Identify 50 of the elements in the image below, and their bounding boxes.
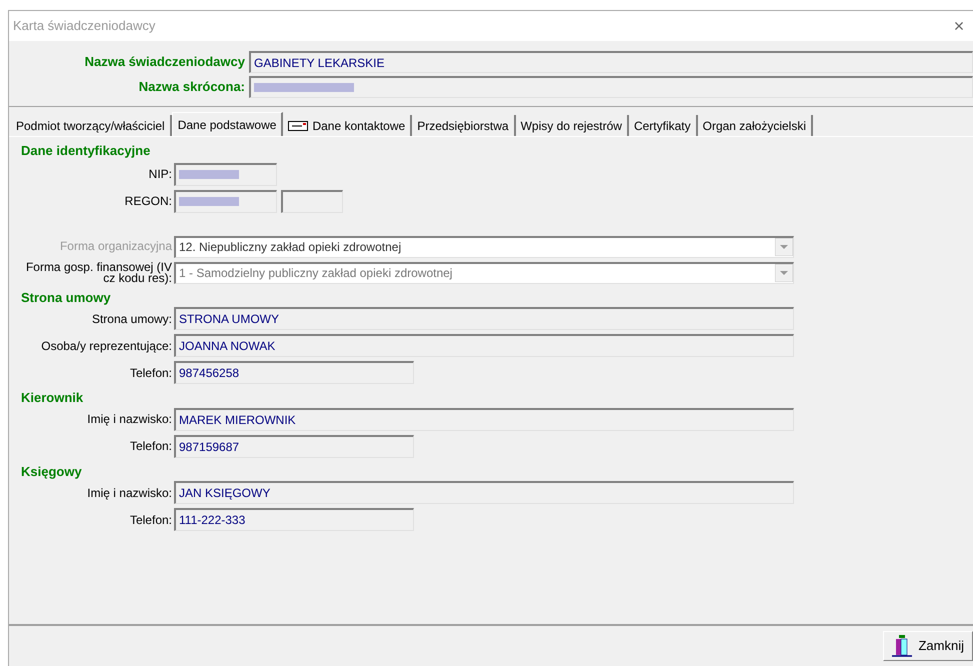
field-value: GABINETY LEKARSKIE [254,54,384,72]
text-field[interactable] [174,190,277,212]
field-label: Nazwa świadczeniodawcy [84,53,246,72]
field-label: Telefon: [128,512,173,528]
dropdown-value: 1 - Samodzielny publiczny zakład opieki zdrowotnej [179,265,452,282]
field-value: 987159687 [179,438,240,456]
field-label: Nazwa skrócona: [138,78,246,96]
field-label: Forma organizacyjna [58,241,173,252]
envelope-icon [288,120,308,130]
text-field[interactable]: STRONA UMOWY [174,307,794,330]
field-value: JAN KSIĘGOWY [179,485,270,502]
tab[interactable]: Dane podstawowe [172,112,284,136]
section-heading: Kierownik [21,389,84,407]
field-value: STRONA UMOWY [179,311,280,328]
field-label: Telefon: [128,438,173,455]
text-field[interactable] [249,76,973,98]
field-value: 987456258 [179,365,240,382]
section-heading: Księgowy [21,462,83,481]
field-label: Forma gosp. finansowej (IV cz kodu res): [24,262,173,284]
window-title: Karta świadczeniodawcy [13,17,156,36]
section-heading: Strona umowy [21,288,112,307]
close-button[interactable]: × [949,17,969,35]
text-field[interactable]: 111-222-333 [174,508,414,531]
text-field[interactable]: 987159687 [174,434,414,458]
text-field[interactable] [281,190,343,212]
field-value: 111-222-333 [179,512,246,529]
door-icon [892,635,912,657]
dropdown-value: 12. Niepubliczny zakład opieki zdrowotnej [179,239,402,256]
text-field[interactable]: 987456258 [174,361,414,384]
field-label: Osoba/y reprezentujące: [40,338,173,354]
field-label: Imię i nazwisko: [86,484,173,502]
blurred-value-block [179,197,239,206]
field-label: REGON: [124,193,173,210]
field-value: MAREK MIEROWNIK [179,412,296,428]
dropdown-field[interactable]: 1 - Samodzielny publiczny zakład opieki zdrowotnej [174,262,794,284]
dropdown-arrow-icon [775,264,793,282]
section-heading: Dane identyfikacyjne [21,142,152,160]
dropdown-arrow-icon [775,238,793,256]
text-field[interactable]: MAREK MIEROWNIK [174,408,794,430]
field-label: Telefon: [128,364,173,382]
field-label: NIP: [148,166,173,183]
close-button[interactable]: Zamknij [883,631,973,661]
text-field[interactable] [174,162,277,186]
blurred-value-block [179,170,239,179]
field-label: Imię i nazwisko: [86,411,173,428]
field-value: JOANNA NOWAK [179,338,276,355]
text-field[interactable]: JAN KSIĘGOWY [174,481,794,504]
field-label: Strona umowy: [90,310,173,328]
text-field[interactable]: GABINETY LEKARSKIE [249,51,973,73]
text-field[interactable]: JOANNA NOWAK [174,334,794,357]
